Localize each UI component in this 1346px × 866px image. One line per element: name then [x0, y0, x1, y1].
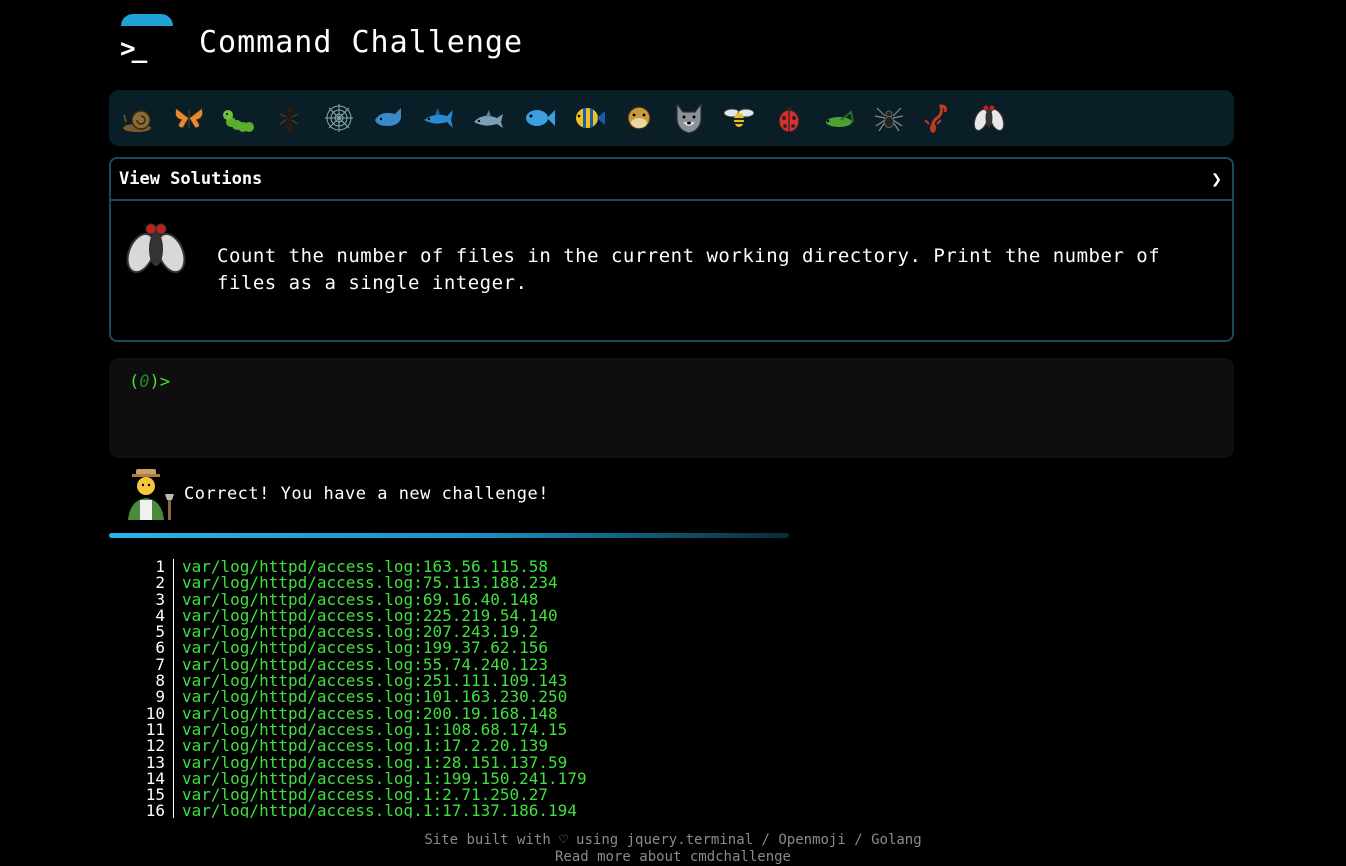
- fish-icon[interactable]: [519, 98, 559, 138]
- line-text: var/log/httpd/access.log.1:17.137.186.19…: [182, 801, 577, 818]
- read-more-link[interactable]: Read more about cmdchallenge: [0, 849, 1346, 866]
- line-number: 2: [130, 574, 174, 592]
- chevron-right-icon[interactable]: ❯: [1211, 169, 1222, 190]
- line-number: 7: [130, 656, 174, 674]
- cricket-icon[interactable]: [819, 98, 859, 138]
- logo-arc: [121, 14, 173, 26]
- caterpillar-icon[interactable]: [219, 98, 259, 138]
- spider-icon[interactable]: [869, 98, 909, 138]
- footer-sep: /: [753, 832, 779, 848]
- footer-prefix: Site built with ♡ using: [424, 832, 627, 848]
- line-number: 16: [130, 803, 174, 818]
- whale-icon[interactable]: [369, 98, 409, 138]
- terminal[interactable]: (0)>: [109, 358, 1234, 458]
- ladybug-icon[interactable]: [769, 98, 809, 138]
- output-row: 16 var/log/httpd/access.log.1:17.137.186.…: [130, 803, 587, 818]
- terminal-logo-icon: >_: [118, 12, 174, 72]
- fly-icon: [123, 215, 189, 281]
- view-solutions-label: View Solutions: [119, 169, 263, 189]
- snail-icon[interactable]: [119, 98, 159, 138]
- scorpion-icon[interactable]: [919, 98, 959, 138]
- challenge-description: Count the number of files in the current…: [217, 245, 1161, 294]
- blowfish-icon[interactable]: [619, 98, 659, 138]
- line-number: 1: [130, 559, 174, 576]
- fly-icon[interactable]: [969, 98, 1009, 138]
- butterfly-icon[interactable]: [169, 98, 209, 138]
- prompt-open: (: [129, 372, 140, 392]
- prompt-count: 0: [139, 372, 150, 392]
- footer-sep: /: [845, 832, 872, 848]
- footer-credits: Site built with ♡ using jquery.terminal …: [0, 832, 1346, 849]
- solutions-panel: View Solutions ❯ Count the number of fil…: [109, 157, 1234, 342]
- progress-bar: [109, 533, 789, 538]
- challenge-body: Count the number of files in the current…: [111, 201, 1232, 342]
- line-number: 6: [130, 640, 174, 657]
- shark-icon[interactable]: [419, 98, 459, 138]
- header: >_ Command Challenge: [118, 12, 523, 72]
- bee-icon[interactable]: [719, 98, 759, 138]
- spider-web-icon[interactable]: [319, 98, 359, 138]
- line-number: 8: [130, 672, 174, 690]
- ant-icon[interactable]: [269, 98, 309, 138]
- tropical-fish-icon[interactable]: [569, 98, 609, 138]
- logo-glyph: >_: [120, 34, 147, 64]
- golang-link[interactable]: Golang: [871, 832, 922, 848]
- view-solutions-toggle[interactable]: View Solutions ❯: [111, 159, 1232, 201]
- level-selector: [109, 90, 1234, 146]
- output-list: 1 var/log/httpd/access.log:163.56.115.58 …: [130, 559, 587, 818]
- line-number: 3: [130, 591, 174, 608]
- openmoji-link[interactable]: Openmoji: [778, 832, 845, 848]
- footer: Site built with ♡ using jquery.terminal …: [0, 832, 1346, 866]
- jquery-terminal-link[interactable]: jquery.terminal: [627, 832, 753, 848]
- line-number: 5: [130, 623, 174, 641]
- dolphin-icon[interactable]: [469, 98, 509, 138]
- wolf-icon[interactable]: [669, 98, 709, 138]
- line-number: 4: [130, 607, 174, 625]
- result-message: Correct! You have a new challenge!: [184, 484, 549, 504]
- terminal-prompt[interactable]: (0)>: [129, 372, 170, 392]
- page-title: Command Challenge: [199, 24, 524, 60]
- farmer-icon: [122, 466, 178, 522]
- prompt-close: )>: [149, 372, 170, 392]
